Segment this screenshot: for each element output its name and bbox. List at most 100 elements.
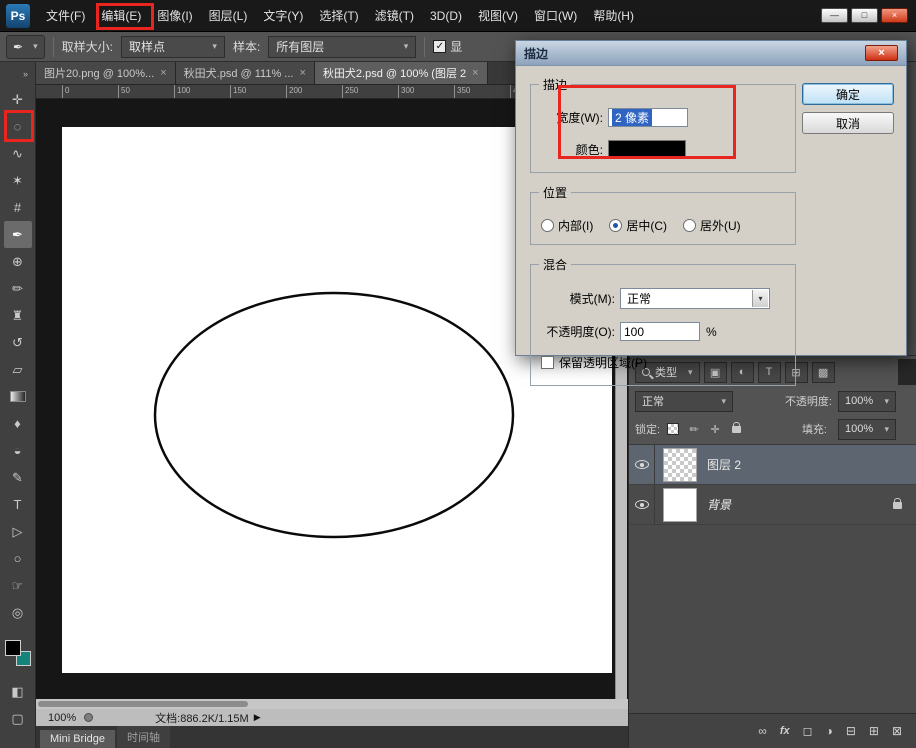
maximize-button[interactable]: □ xyxy=(851,8,878,23)
new-group-button[interactable]: ⊟ xyxy=(846,724,856,738)
active-tool-preset[interactable]: ✒ ▾ xyxy=(6,35,45,59)
stroke-color-swatch[interactable] xyxy=(608,140,686,159)
shape-tool[interactable]: ○ xyxy=(4,545,32,572)
menu-view[interactable]: 视图(V) xyxy=(470,0,526,31)
hand-tool[interactable]: ☞ xyxy=(4,572,32,599)
show-label: 显 xyxy=(450,38,462,55)
close-icon[interactable]: × xyxy=(299,67,305,79)
opacity-dropdown[interactable]: 100% ▾ xyxy=(838,391,896,412)
menu-file[interactable]: 文件(F) xyxy=(38,0,93,31)
tab-timeline[interactable]: 时间轴 xyxy=(117,726,170,748)
cancel-button[interactable]: 取消 xyxy=(802,112,894,134)
tools-panel: » ✛ ◌ ∿ ✶ # ✒ ⊕ ✏ ♜ ↺ ▱ ♦ ◒ ✎ T ▷ ○ ☞ ◎ … xyxy=(0,62,36,748)
divider xyxy=(424,37,425,57)
blend-options-row: 正常 ▾ 不透明度: 100% ▾ xyxy=(629,389,916,413)
color-swatches[interactable] xyxy=(5,640,31,666)
clone-stamp-tool[interactable]: ♜ xyxy=(4,302,32,329)
dialog-opacity-input[interactable]: 100 xyxy=(620,322,700,341)
new-layer-button[interactable]: ⊞ xyxy=(869,724,879,738)
ruler-tick: 250 xyxy=(342,85,398,98)
stroke-dialog: 描边 × 描边 宽度(W): 2 像素 颜色: 位置 xyxy=(515,40,907,356)
layer-row-background[interactable]: 背景 xyxy=(629,485,916,525)
menu-layer[interactable]: 图层(L) xyxy=(201,0,256,31)
layers-panel: 类型 ▾ ▣ ◐ T ⊞ ▩ 正常 ▾ 不透明度: 100% ▾ xyxy=(629,355,916,748)
menu-help[interactable]: 帮助(H) xyxy=(585,0,642,31)
blend-mode-dropdown[interactable]: 正常 ▾ xyxy=(635,391,733,412)
horizontal-scrollbar[interactable] xyxy=(36,699,628,709)
radio-center[interactable]: 居中(C) xyxy=(609,217,667,234)
radio-inside[interactable]: 内部(I) xyxy=(541,217,593,234)
add-mask-button[interactable]: ◻ xyxy=(803,724,813,738)
dodge-tool[interactable]: ◒ xyxy=(4,437,32,464)
lock-position-button[interactable]: ✛ xyxy=(707,423,723,436)
mode-select[interactable]: 正常 ▾ xyxy=(620,288,770,309)
collapse-panel-icon[interactable]: » xyxy=(23,62,35,86)
screen-mode-button[interactable]: ▢ xyxy=(4,705,32,732)
lasso-tool[interactable]: ∿ xyxy=(4,140,32,167)
ruler-tick: 200 xyxy=(286,85,342,98)
foreground-color-swatch[interactable] xyxy=(5,640,21,656)
link-layers-button[interactable]: ∞ xyxy=(758,724,767,738)
crop-tool[interactable]: # xyxy=(4,194,32,221)
layer-style-button[interactable]: fx xyxy=(780,725,790,737)
adjustment-layer-button[interactable]: ◑ xyxy=(826,724,833,738)
menu-3d[interactable]: 3D(D) xyxy=(422,0,470,31)
tab-mini-bridge[interactable]: Mini Bridge xyxy=(40,730,115,748)
sample-size-value: 取样点 xyxy=(129,38,165,55)
dialog-close-button[interactable]: × xyxy=(865,45,898,61)
doc-tab-1[interactable]: 图片20.png @ 100%... × xyxy=(36,62,176,84)
delete-layer-button[interactable]: ⊠ xyxy=(892,724,902,738)
dialog-titlebar[interactable]: 描边 × xyxy=(516,41,906,66)
pen-tool[interactable]: ✎ xyxy=(4,464,32,491)
sample-size-dropdown[interactable]: 取样点 ▾ xyxy=(121,36,225,58)
path-selection-tool[interactable]: ▷ xyxy=(4,518,32,545)
preserve-transparency-checkbox[interactable] xyxy=(541,356,554,369)
eyedropper-tool[interactable]: ✒ xyxy=(4,221,32,248)
layer-thumbnail[interactable] xyxy=(663,448,697,482)
fill-dropdown[interactable]: 100% ▾ xyxy=(838,419,896,440)
close-icon[interactable]: × xyxy=(160,67,166,79)
doc-tab-2[interactable]: 秋田犬.psd @ 111% ... × xyxy=(176,62,315,84)
elliptical-marquee-tool[interactable]: ◌ xyxy=(4,113,32,140)
close-button[interactable]: × xyxy=(881,8,908,23)
layer-row-layer2[interactable]: 图层 2 xyxy=(629,445,916,485)
visibility-toggle[interactable] xyxy=(629,445,655,484)
lock-paint-button[interactable]: ✏ xyxy=(686,423,702,436)
horizontal-scrollbar-thumb[interactable] xyxy=(38,701,248,707)
eraser-tool[interactable]: ▱ xyxy=(4,356,32,383)
menu-select[interactable]: 选择(T) xyxy=(311,0,366,31)
radio-outside[interactable]: 居外(U) xyxy=(683,217,741,234)
move-tool[interactable]: ✛ xyxy=(4,86,32,113)
lock-transparency-button[interactable] xyxy=(665,423,681,435)
history-brush-tool[interactable]: ↺ xyxy=(4,329,32,356)
close-icon[interactable]: × xyxy=(472,67,478,79)
menu-window[interactable]: 窗口(W) xyxy=(526,0,585,31)
zoom-tool[interactable]: ◎ xyxy=(4,599,32,626)
minimize-button[interactable]: — xyxy=(821,8,848,23)
status-options-arrow-icon[interactable]: ▶ xyxy=(254,712,261,723)
menu-image[interactable]: 图像(I) xyxy=(149,0,200,31)
sample-layers-dropdown[interactable]: 所有图层 ▾ xyxy=(268,36,416,58)
menu-type[interactable]: 文字(Y) xyxy=(255,0,311,31)
show-checkbox[interactable]: ✓ 显 xyxy=(433,38,462,55)
gradient-icon xyxy=(10,391,26,402)
zoom-level-field[interactable]: 100% xyxy=(48,712,76,724)
ruler-tick: 0 xyxy=(62,85,118,98)
width-row: 宽度(W): 2 像素 xyxy=(531,108,795,127)
healing-brush-tool[interactable]: ⊕ xyxy=(4,248,32,275)
doc-tab-3[interactable]: 秋田犬2.psd @ 100% (图层 2 × xyxy=(315,62,488,84)
quick-mask-button[interactable]: ◧ xyxy=(4,678,32,705)
ok-button[interactable]: 确定 xyxy=(802,83,894,105)
menu-edit[interactable]: 编辑(E) xyxy=(93,0,149,31)
brush-tool[interactable]: ✏ xyxy=(4,275,32,302)
blur-tool[interactable]: ♦ xyxy=(4,410,32,437)
lock-all-button[interactable] xyxy=(728,426,744,433)
type-tool[interactable]: T xyxy=(4,491,32,518)
magic-wand-tool[interactable]: ✶ xyxy=(4,167,32,194)
width-input[interactable]: 2 像素 xyxy=(608,108,688,127)
visibility-toggle[interactable] xyxy=(629,485,655,524)
gradient-tool[interactable] xyxy=(4,383,32,410)
menu-filter[interactable]: 滤镜(T) xyxy=(367,0,422,31)
layer-thumbnail[interactable] xyxy=(663,488,697,522)
width-value-selected: 2 像素 xyxy=(612,109,652,126)
